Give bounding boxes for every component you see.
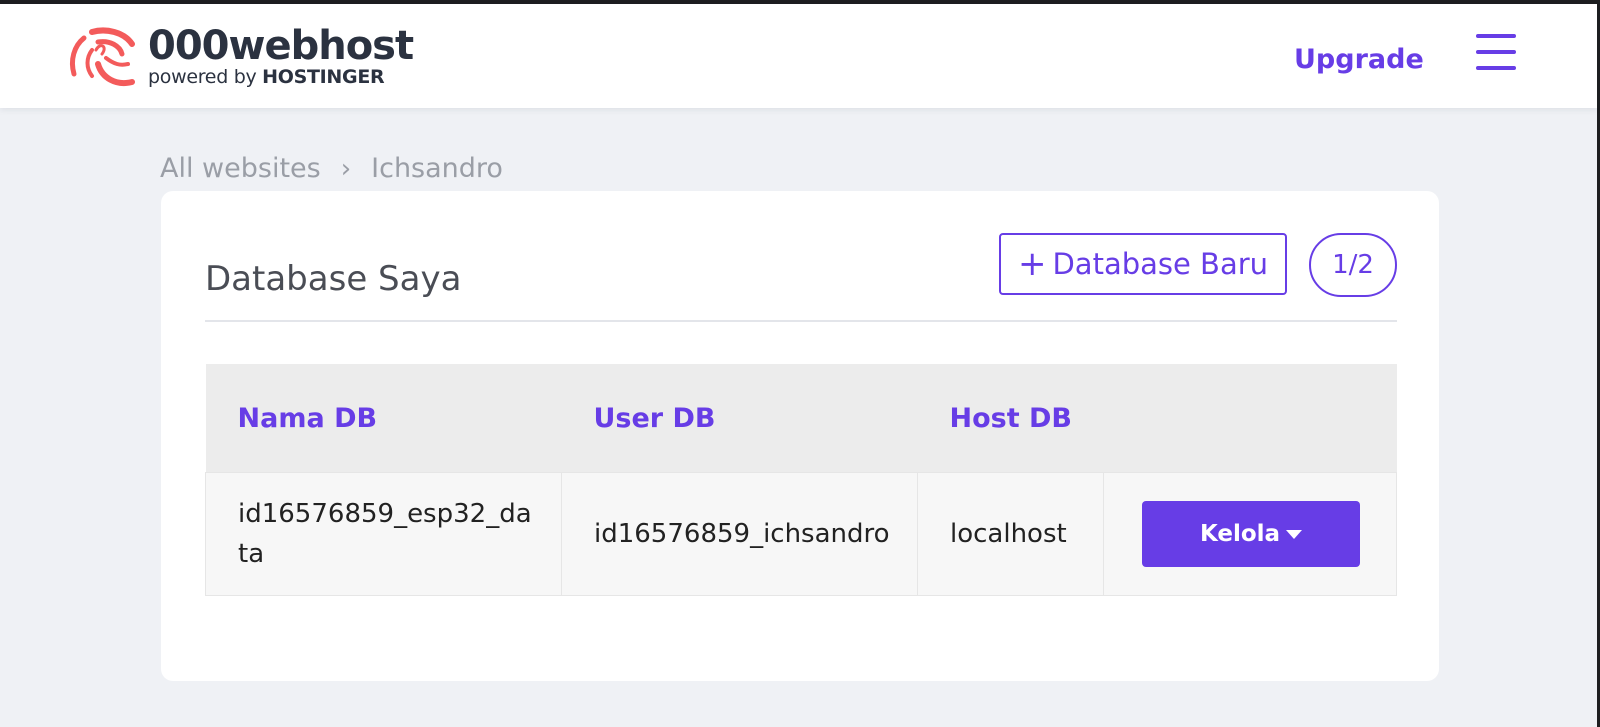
- database-table: Nama DB User DB Host DB id16576859_esp32…: [205, 364, 1397, 596]
- table-row: id16576859_esp32_data id16576859_ichsand…: [205, 472, 1397, 596]
- breadcrumb-chevron-icon: ›: [340, 153, 352, 184]
- upgrade-link[interactable]: Upgrade: [1294, 44, 1424, 75]
- logo-brand-text: HOSTINGER: [262, 66, 385, 88]
- column-header-db-name: Nama DB: [205, 364, 562, 473]
- logo-name: 000webhost: [148, 23, 414, 69]
- db-user-cell: id16576859_ichsandro: [561, 472, 918, 596]
- top-navbar: 000webhost powered by HOSTINGER Upgrade: [0, 4, 1597, 108]
- new-database-label: Database Baru: [1052, 247, 1269, 281]
- breadcrumb-current: Ichsandro: [371, 153, 503, 184]
- caret-down-icon: [1286, 529, 1303, 539]
- db-host-cell: localhost: [917, 472, 1104, 596]
- 000webhost-swirl-icon: [69, 27, 135, 86]
- logo-subtitle: powered by HOSTINGER: [148, 66, 413, 88]
- column-header-db-user: User DB: [561, 364, 918, 473]
- db-actions-cell: Kelola: [1103, 472, 1397, 596]
- logo[interactable]: 000webhost powered by HOSTINGER: [62, 23, 414, 90]
- logo-powered-text: powered by: [148, 66, 257, 88]
- database-count-badge: 1/2: [1309, 233, 1397, 297]
- manage-label: Kelola: [1199, 521, 1281, 547]
- page-title: Database Saya: [205, 259, 462, 299]
- column-header-db-host: Host DB: [917, 364, 1104, 473]
- breadcrumb: All websites › Ichsandro: [160, 153, 503, 184]
- hamburger-menu-icon[interactable]: [1476, 34, 1516, 74]
- database-card: Database Saya + Database Baru 1/2 Nama D…: [161, 191, 1439, 681]
- table-header-row: Nama DB User DB Host DB: [205, 364, 1397, 473]
- divider: [205, 320, 1397, 322]
- manage-dropdown-button[interactable]: Kelola: [1142, 501, 1360, 567]
- breadcrumb-all-websites[interactable]: All websites: [160, 153, 321, 184]
- db-name-cell: id16576859_esp32_data: [205, 472, 562, 596]
- column-header-actions: [1103, 364, 1397, 473]
- new-database-button[interactable]: + Database Baru: [999, 233, 1287, 295]
- plus-icon: +: [1017, 244, 1047, 284]
